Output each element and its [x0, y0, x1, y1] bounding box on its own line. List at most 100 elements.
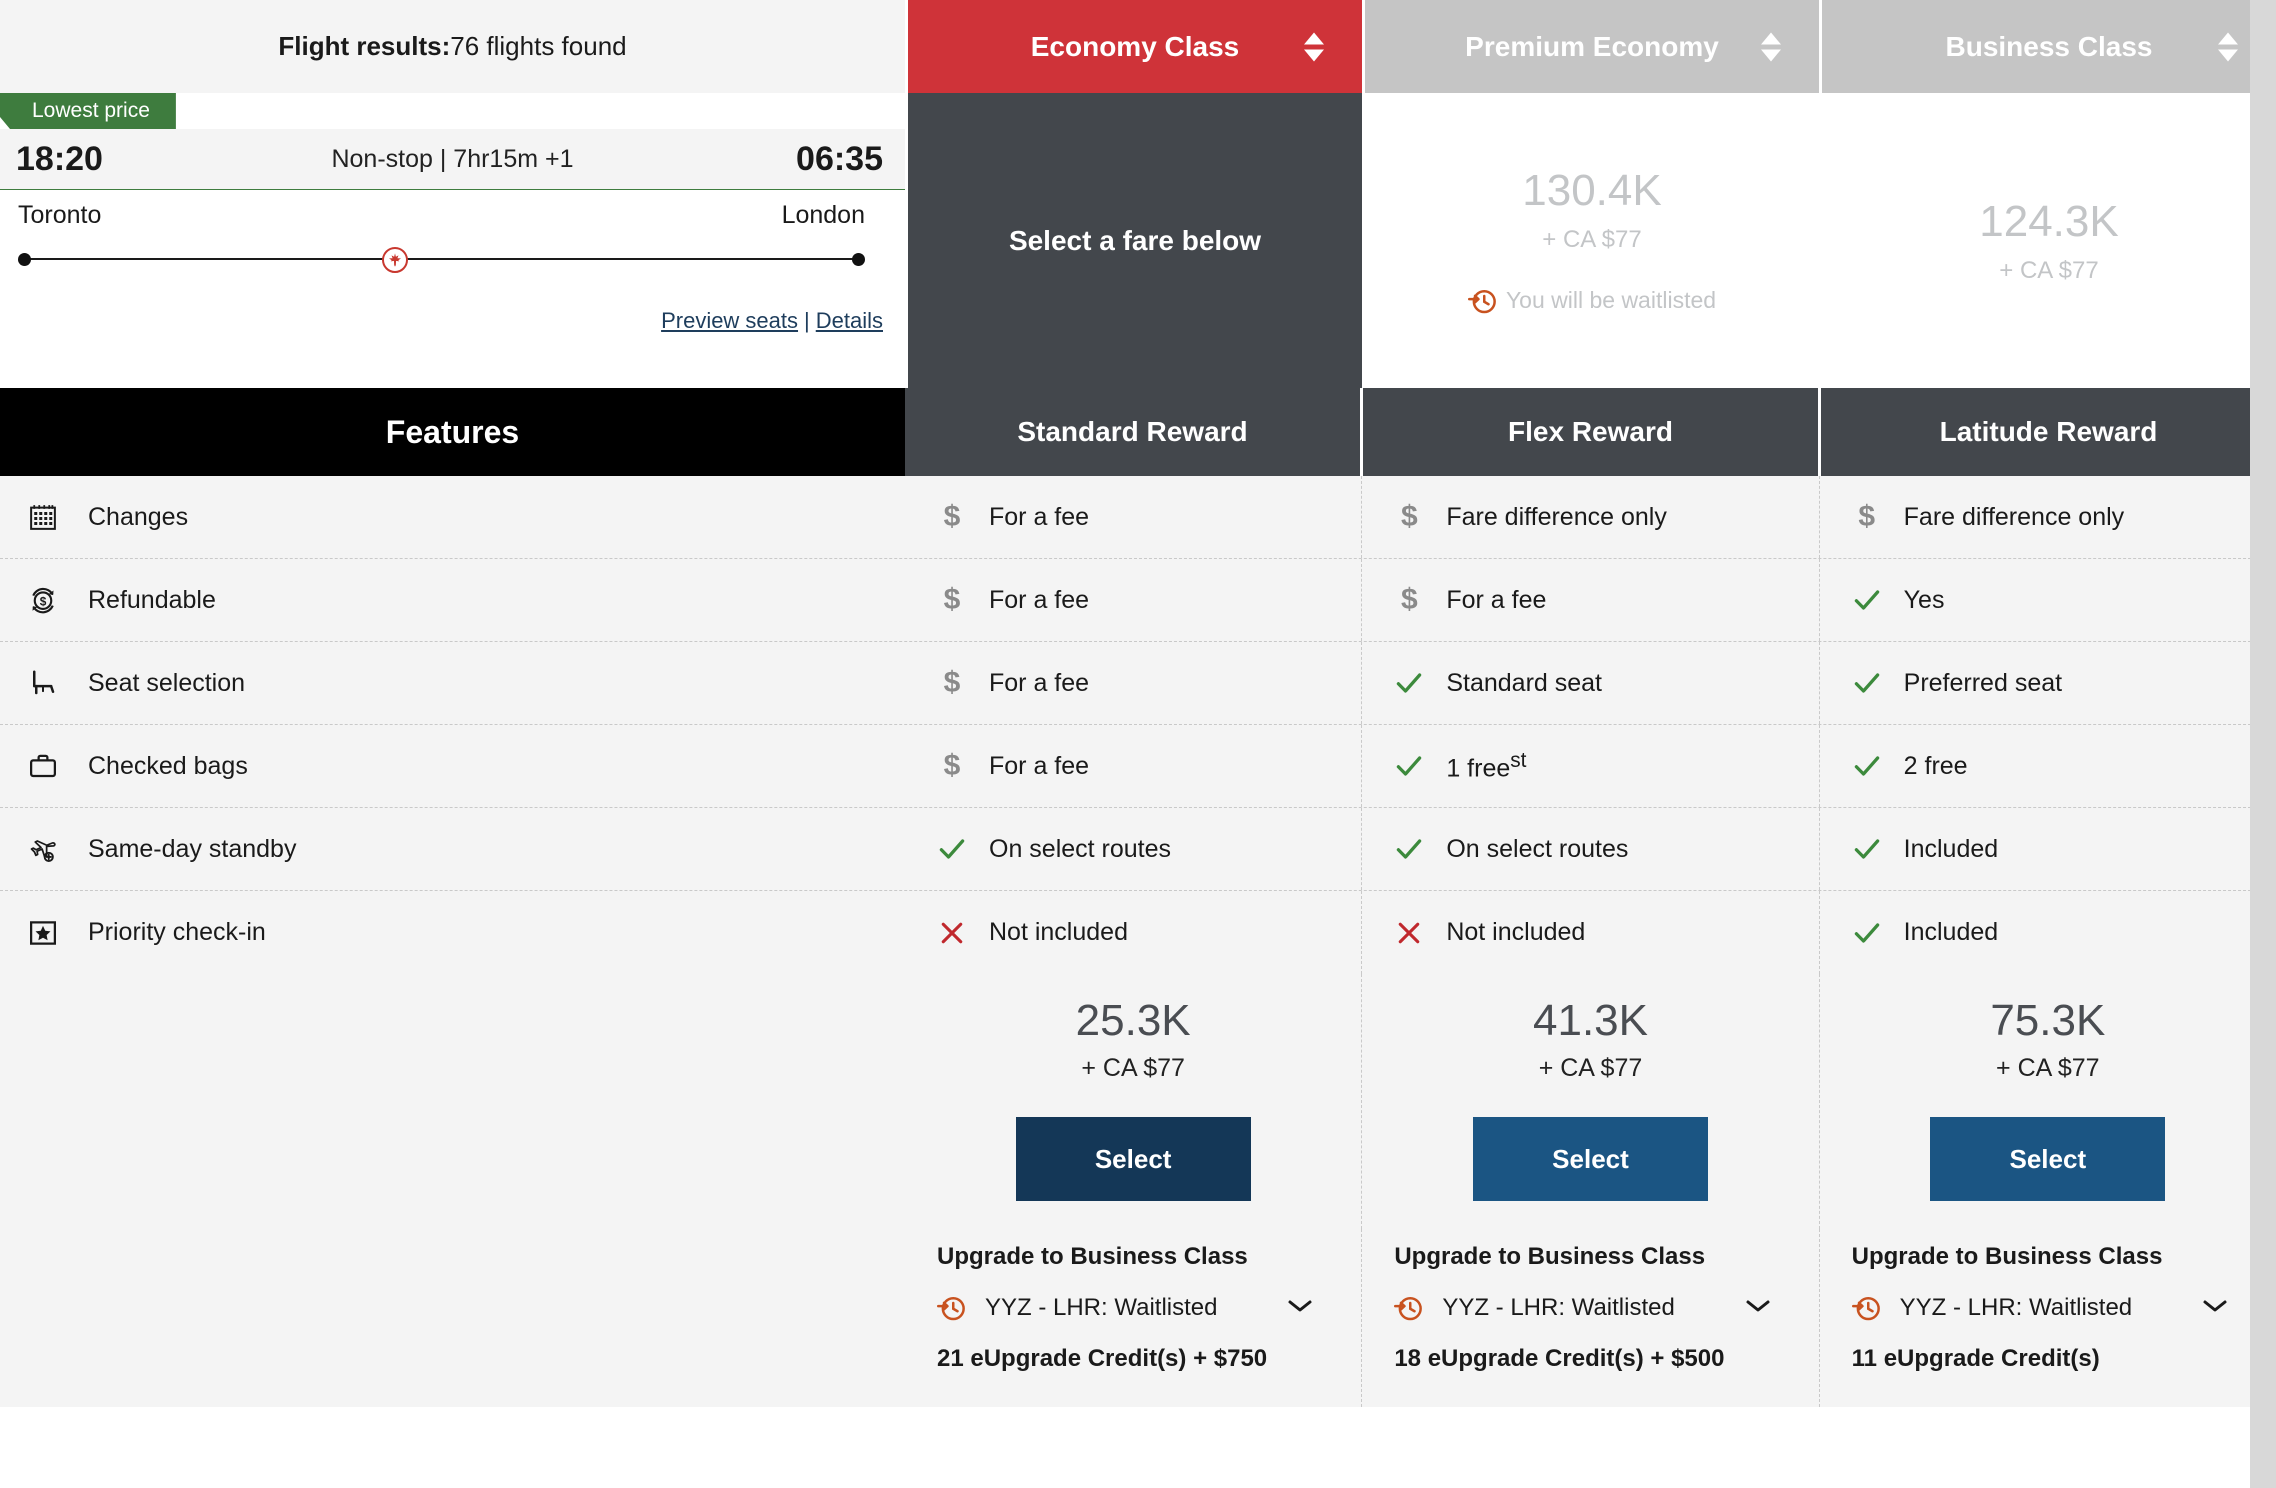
chevron-down-icon[interactable] [1745, 1298, 1771, 1319]
column-header-latitude-reward-label: Latitude Reward [1940, 416, 2158, 448]
feature-value-text: For a fee [989, 503, 1089, 532]
feature-value-text: Fare difference only [1446, 503, 1667, 532]
flex-reward-cash: + CA $77 [1539, 1054, 1643, 1083]
dollar-icon: $ [1852, 500, 1882, 534]
dollar-icon: $ [944, 749, 961, 783]
departure-time: 18:20 [16, 140, 103, 179]
waitlist-clock-icon [1468, 286, 1498, 316]
standard-reward-cash: + CA $77 [1081, 1054, 1185, 1083]
column-header-standard-reward-label: Standard Reward [1017, 416, 1247, 448]
select-button-standard-reward[interactable]: Select [1016, 1117, 1251, 1201]
fare-prompt-cell: Select a fare below [905, 93, 1362, 388]
dollar-icon: $ [937, 666, 967, 700]
feature-value-cell: Not included [1361, 891, 1818, 974]
feature-value-text: Included [1904, 918, 1999, 947]
upgrade-status-text: YYZ - LHR: Waitlisted [1900, 1294, 2133, 1322]
flight-summary-row: Lowest price 18:20 Non-stop | 7hr15m +1 … [0, 93, 2276, 388]
business-class-price-cell: 124.3K + CA $77 [1819, 93, 2276, 388]
class-tab-bar: Flight results: 76 flights found Economy… [0, 0, 2276, 93]
dollar-icon: $ [1394, 583, 1424, 617]
calendar-icon [28, 502, 58, 532]
feature-value-text: Not included [989, 918, 1128, 947]
upgrade-status-text: YYZ - LHR: Waitlisted [985, 1294, 1218, 1322]
check-icon [1852, 918, 1882, 948]
feature-value-cell: Preferred seat [1819, 642, 2276, 724]
route-visual: Toronto London [0, 201, 883, 274]
check-icon [1852, 668, 1882, 698]
upgrade-title: Upgrade to Business Class [1852, 1243, 2276, 1271]
tab-business-class-label: Business Class [1946, 31, 2153, 63]
feature-row: Checked bags$For a fee 1 freest 2 free [0, 725, 2276, 808]
features-header-label: Features [386, 414, 519, 451]
fare-price-row: 25.3K + CA $77 Select 41.3K + CA $77 Sel… [0, 974, 2276, 1229]
link-separator: | [798, 308, 816, 333]
calendar-icon [28, 502, 58, 532]
tab-economy-class[interactable]: Economy Class [905, 0, 1362, 93]
feature-value-cell: On select routes [905, 808, 1361, 890]
check-icon [1394, 751, 1424, 781]
feature-value-text: For a fee [989, 669, 1089, 698]
feature-label-cell: Same-day standby [0, 808, 905, 890]
latitude-reward-price-cell: 75.3K + CA $77 Select [1819, 974, 2276, 1229]
sort-arrows-icon[interactable] [2218, 32, 2238, 61]
feature-value-text: 1 freest [1446, 749, 1526, 783]
svg-text:$: $ [40, 594, 47, 608]
upgrade-status-dropdown[interactable]: YYZ - LHR: Waitlisted [1394, 1293, 1818, 1323]
feature-value-cell: $ For a fee [1361, 559, 1818, 641]
seat-icon [28, 668, 58, 698]
upgrade-credits: 11 eUpgrade Credit(s) [1852, 1345, 2276, 1373]
lowest-price-badge: Lowest price [0, 93, 176, 129]
sort-arrows-icon[interactable] [1304, 32, 1324, 61]
select-button-flex-reward[interactable]: Select [1473, 1117, 1708, 1201]
feature-value-text: Included [1904, 835, 1999, 864]
flex-reward-points: 41.3K [1533, 996, 1648, 1046]
feature-value-text: On select routes [989, 835, 1171, 864]
upgrade-title: Upgrade to Business Class [1394, 1243, 1818, 1271]
standard-reward-points: 25.3K [1076, 996, 1191, 1046]
tab-business-class[interactable]: Business Class [1819, 0, 2276, 93]
comparison-table-body: Changes$For a fee$Fare difference only$F… [0, 476, 2276, 974]
feature-value-text: Preferred seat [1904, 669, 2062, 698]
upgrade-credits: 21 eUpgrade Credit(s) + $750 [937, 1345, 1361, 1373]
comparison-table-header: Features Standard Reward Flex Reward Lat… [0, 388, 2276, 476]
premium-economy-waitlist-notice: You will be waitlisted [1468, 286, 1716, 316]
tab-premium-economy-label: Premium Economy [1465, 31, 1719, 63]
fare-prompt-label: Select a fare below [1009, 225, 1261, 257]
upgrade-row-spacer [0, 1229, 905, 1407]
dollar-icon: $ [937, 749, 967, 783]
arrival-time: 06:35 [796, 140, 883, 179]
dollar-icon: $ [937, 583, 967, 617]
feature-value-cell: $Fare difference only [1819, 476, 2276, 558]
tab-premium-economy[interactable]: Premium Economy [1362, 0, 1819, 93]
seat-icon [28, 668, 58, 698]
chevron-down-icon[interactable] [2202, 1298, 2228, 1319]
select-button-latitude-reward[interactable]: Select [1930, 1117, 2165, 1201]
feature-value-text: For a fee [1446, 586, 1546, 615]
check-icon [1852, 751, 1882, 781]
upgrade-status-dropdown[interactable]: YYZ - LHR: Waitlisted [1852, 1293, 2276, 1323]
preview-seats-link[interactable]: Preview seats [661, 308, 798, 333]
upgrade-status-dropdown[interactable]: YYZ - LHR: Waitlisted [937, 1293, 1361, 1323]
column-header-latitude-reward: Latitude Reward [1818, 388, 2276, 476]
premium-economy-price-cell: 130.4K + CA $77 You will be waitlisted [1362, 93, 1819, 388]
flight-results-summary: Flight results: 76 flights found [0, 0, 905, 93]
features-column-header: Features [0, 388, 905, 476]
feature-value-text: Standard seat [1446, 669, 1602, 698]
feature-label: Checked bags [88, 752, 248, 781]
feature-label-cell: Seat selection [0, 642, 905, 724]
check-icon [1394, 834, 1424, 864]
briefcase-icon [28, 751, 58, 781]
details-link[interactable]: Details [816, 308, 883, 333]
lowest-price-badge-label: Lowest price [32, 99, 150, 123]
vertical-scrollbar[interactable] [2250, 0, 2276, 1488]
air-canada-rondelle-icon [382, 247, 408, 273]
waitlist-clock-icon [937, 1293, 967, 1323]
standby-plane-icon [28, 833, 58, 865]
feature-value-text: Not included [1446, 918, 1585, 947]
feature-value-text: For a fee [989, 752, 1089, 781]
check-icon [1394, 668, 1424, 698]
sort-arrows-icon[interactable] [1761, 32, 1781, 61]
chevron-down-icon[interactable] [1287, 1298, 1313, 1319]
check-icon [1852, 751, 1882, 781]
waitlist-clock-icon [1394, 1293, 1424, 1323]
